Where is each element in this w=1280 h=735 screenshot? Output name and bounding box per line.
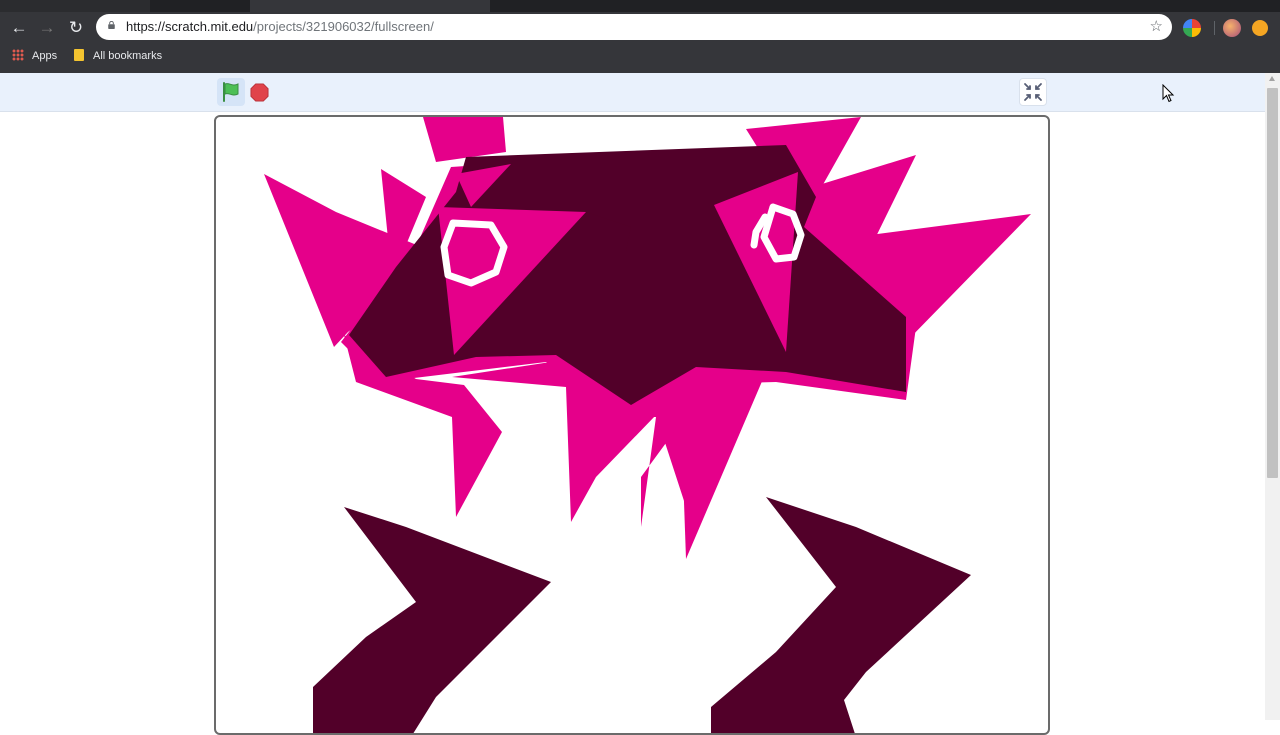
green-flag-button[interactable] [217, 78, 245, 106]
reload-button[interactable]: ↻ [64, 16, 88, 40]
apps-grid-icon [12, 49, 24, 62]
arrow-right-icon: → [38, 18, 56, 37]
scrollbar-thumb[interactable] [1267, 88, 1278, 478]
green-flag-icon [223, 82, 239, 102]
profile-avatar[interactable] [1223, 19, 1241, 37]
scratch-fullscreen-page [0, 73, 1280, 735]
reload-icon: ↻ [68, 18, 84, 37]
maroon-limbs [313, 497, 971, 733]
back-button[interactable]: ← [7, 16, 31, 40]
browser-tab[interactable] [0, 0, 150, 12]
player-controls-bar [0, 73, 1265, 112]
bookmarks-bar: Apps All bookmarks [0, 44, 1280, 73]
url-path: /projects/321906032/fullscreen/ [253, 19, 434, 34]
exit-fullscreen-button[interactable] [1019, 78, 1047, 106]
toolbar-divider [1214, 21, 1215, 35]
mouse-cursor-icon [1162, 84, 1175, 103]
bookmark-folder-icon [74, 49, 84, 62]
stop-sign-icon [250, 83, 269, 102]
stop-button[interactable] [250, 83, 269, 102]
stage-drawing [264, 117, 1031, 733]
extension-icon[interactable] [1183, 19, 1201, 37]
update-indicator-icon[interactable] [1252, 20, 1268, 36]
scroll-up-arrow-icon[interactable] [1269, 76, 1275, 81]
forward-button[interactable]: → [35, 16, 59, 40]
bookmark-label: All bookmarks [93, 50, 163, 62]
bookmark-apps[interactable]: Apps [12, 44, 57, 73]
star-icon[interactable]: ☆ [1150, 14, 1163, 40]
url-host: https://scratch.mit.edu [126, 19, 254, 34]
arrow-left-icon: ← [10, 18, 28, 37]
url-text[interactable]: https://scratch.mit.edu/projects/3219060… [126, 14, 434, 40]
project-stage[interactable] [214, 115, 1050, 735]
lock-icon [108, 21, 115, 29]
browser-toolbar: ← → ↻ https://scratch.mit.edu/projects/3… [0, 12, 1280, 44]
browser-tab-active[interactable] [250, 0, 490, 12]
exit-fullscreen-icon [1024, 83, 1042, 101]
address-bar[interactable]: https://scratch.mit.edu/projects/3219060… [96, 14, 1172, 40]
bookmark-all-bookmarks[interactable]: All bookmarks [74, 44, 162, 73]
bookmark-label: Apps [32, 50, 58, 62]
tab-strip [0, 0, 1280, 12]
